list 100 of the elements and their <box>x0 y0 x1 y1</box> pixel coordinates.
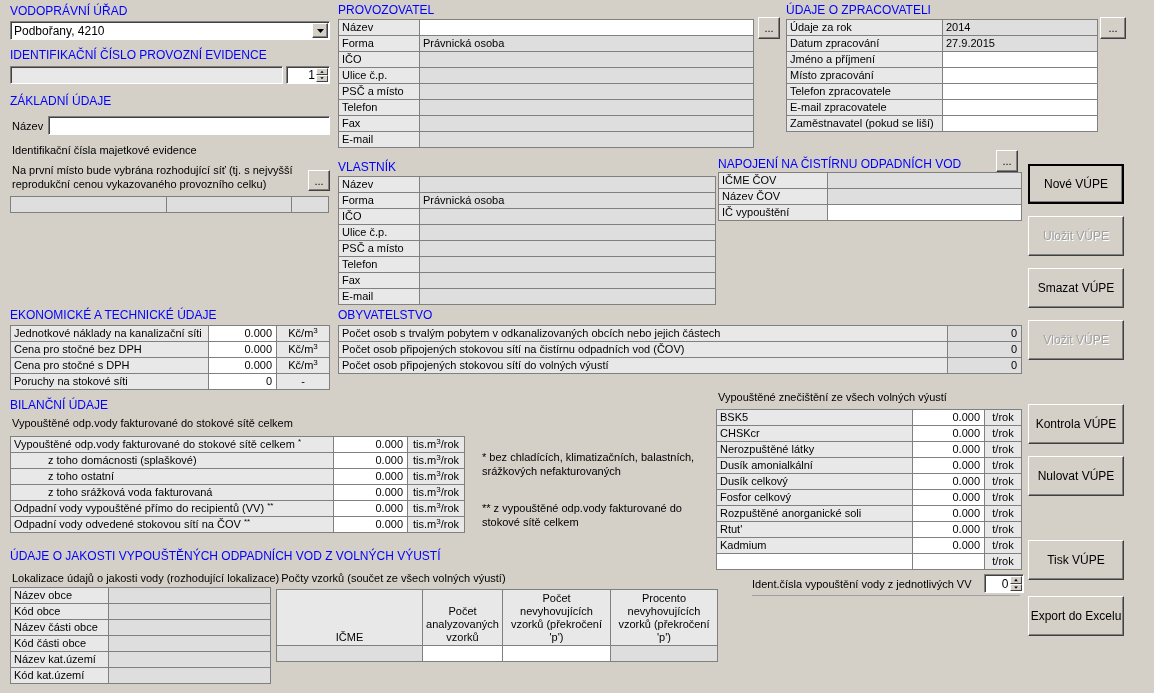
section-heading: VODOPRÁVNÍ ÚŘAD <box>10 4 129 18</box>
dropdown-field[interactable]: Podbořany, 4210 <box>10 21 330 40</box>
table-cell: Kadmium <box>717 538 913 554</box>
table-cell: Místo zpracování <box>787 68 943 84</box>
table-cell: Počet osob připojených stokovou sítí do volných výustí <box>339 358 948 374</box>
table-cell: Jednotkové náklady na kanalizační síti <box>11 326 209 342</box>
table-cell: IČO <box>339 52 420 68</box>
table-cell: tis.m$^{3}$/rok <box>408 485 465 501</box>
table-cell: Název <box>339 177 420 193</box>
table-cell: tis.m$^{3}$/rok <box>408 437 465 453</box>
table-caption: Lokalizace údajů o jakosti vody (rozhodující lokalizace) <box>12 571 280 585</box>
table-cell: Zaměstnavatel (pokud se liší) <box>787 116 943 132</box>
table-cell: z toho srážková voda fakturovaná <box>11 485 334 501</box>
column-header: Počet analyzovaných vzorků <box>423 590 503 646</box>
input-field[interactable]: 0.000 <box>334 485 408 501</box>
input-field[interactable]: 0.000 <box>334 437 408 453</box>
table-cell: PSČ a místo <box>339 84 420 100</box>
input-field[interactable]: 0.000 <box>913 506 985 522</box>
table-cell: Kč/m$^{3}$ <box>277 342 330 358</box>
table-cell: Odpadní vody odvedené stokovou sítí na ČOV $^{**}$ <box>11 517 334 533</box>
table-caption: Vypouštěné znečištění ze všech volných výustí <box>718 390 948 404</box>
table-cell: Datum zpracování <box>787 36 943 52</box>
table-cell: Počet osob připojených stokovou sítí na čistírnu odpadních vod (ČOV) <box>339 342 948 358</box>
table-cell: tis.m$^{3}$/rok <box>408 501 465 517</box>
table-cell: Ulice č.p. <box>339 68 420 84</box>
section-heading: ÚDAJE O ZPRACOVATELI <box>786 3 932 17</box>
browse-button[interactable]: ... <box>758 17 780 39</box>
table-cell: 2014 <box>943 20 1098 36</box>
field-label: Identifikační čísla majetkové evidence <box>12 143 198 157</box>
input-field[interactable]: 0.000 <box>913 490 985 506</box>
action-button[interactable]: Nulovat VÚPE <box>1028 456 1124 496</box>
action-button[interactable]: Smazat VÚPE <box>1028 268 1124 308</box>
footnote-text: * bez chladících, klimatizačních, balastních, srážkových nefakturovaných <box>482 450 696 478</box>
footnote-text: ** z vypouštěné odp.vody fakturované do stokové sítě celkem <box>482 501 683 529</box>
input-field[interactable]: 0.000 <box>334 517 408 533</box>
table-cell: Ulice č.p. <box>339 225 420 241</box>
action-button[interactable]: Export do Excelu <box>1028 596 1124 636</box>
table-cell: CHSKcr <box>717 426 913 442</box>
table-cell: E-mail <box>339 132 420 148</box>
browse-button[interactable]: ... <box>308 170 330 191</box>
table-cell: Dusík amonialkální <box>717 458 913 474</box>
section-heading: ÚDAJE O JAKOSTI VYPOUŠTĚNÝCH ODPADNÍCH VOD Z VOLNÝCH VÝUSTÍ <box>10 549 442 563</box>
field-label: Název <box>12 118 44 133</box>
table-cell: IČO <box>339 209 420 225</box>
table-cell: t/rok <box>985 458 1022 474</box>
table-cell: Forma <box>339 193 420 209</box>
input-field[interactable]: 0.000 <box>913 522 985 538</box>
table-cell: Počet osob s trvalým pobytem v odkanalizovaných obcích nebo jejich částech <box>339 326 948 342</box>
input-field[interactable]: 0.000 <box>209 326 277 342</box>
table-cell: t/rok <box>985 426 1022 442</box>
table-cell: t/rok <box>985 490 1022 506</box>
section-heading: EKONOMICKÉ A TECHNICKÉ ÚDAJE <box>10 308 218 322</box>
table-cell: Cena pro stočné s DPH <box>11 358 209 374</box>
note-text: Na první místo bude vybrána rozhodující síť (tj. s nejvyšší reprodukční cenou vykazovaného provozního celku) <box>12 163 294 191</box>
input-field[interactable]: 0.000 <box>209 342 277 358</box>
table-cell: Telefon zpracovatele <box>787 84 943 100</box>
table-cell: Poruchy na stokové síti <box>11 374 209 390</box>
table-cell: Nerozpuštěné látky <box>717 442 913 458</box>
section-heading: ZÁKLADNÍ ÚDAJE <box>10 94 113 108</box>
table-cell: Rtut' <box>717 522 913 538</box>
action-button[interactable]: Tisk VÚPE <box>1028 540 1124 580</box>
table-cell: Právnická osoba <box>420 36 754 52</box>
input-field[interactable]: 0.000 <box>913 426 985 442</box>
table-cell: t/rok <box>985 554 1022 570</box>
input-field[interactable]: 0.000 <box>913 410 985 426</box>
input-field[interactable]: 0.000 <box>913 474 985 490</box>
input-field[interactable]: 0 <box>209 374 277 390</box>
table-cell: 27.9.2015 <box>943 36 1098 52</box>
input-field[interactable]: 0.000 <box>334 501 408 517</box>
input-field[interactable]: 0.000 <box>209 358 277 374</box>
input-field[interactable]: 0.000 <box>913 458 985 474</box>
table-cell: 0 <box>948 326 1022 342</box>
column-header: Počet nevyhovujících vzorků (překročení 'p') <box>503 590 611 646</box>
browse-button[interactable]: ... <box>996 150 1018 172</box>
table-cell: Telefon <box>339 257 420 273</box>
table-cell: Kód části obce <box>11 636 109 652</box>
table-cell: E-mail zpracovatele <box>787 100 943 116</box>
table-cell: IČME ČOV <box>719 173 828 189</box>
column-header: IČME <box>277 590 423 646</box>
table-cell: t/rok <box>985 538 1022 554</box>
browse-button[interactable]: ... <box>1100 17 1126 39</box>
section-heading: OBYVATELSTVO <box>338 308 434 322</box>
table-cell: - <box>277 374 330 390</box>
table-cell: Název <box>339 20 420 36</box>
number-spinner[interactable]: 0 <box>983 574 1024 593</box>
number-spinner[interactable]: 1 <box>286 66 330 84</box>
table-cell: z toho ostatní <box>11 469 334 485</box>
action-button[interactable]: Kontrola VÚPE <box>1028 404 1124 444</box>
input-field[interactable]: 0.000 <box>913 442 985 458</box>
input-field[interactable]: 0.000 <box>334 453 408 469</box>
table-cell: t/rok <box>985 522 1022 538</box>
input-field[interactable]: 0.000 <box>334 469 408 485</box>
input-field[interactable]: 0.000 <box>913 538 985 554</box>
section-heading: IDENTIFIKAČNÍ ČÍSLO PROVOZNÍ EVIDENCE <box>10 48 268 62</box>
action-button[interactable]: Nové VÚPE <box>1028 164 1124 204</box>
column-header: Procento nevyhovujících vzorků (překročení 'p') <box>611 590 718 646</box>
table-cell: Kód obce <box>11 604 109 620</box>
table-cell: Kč/m$^{3}$ <box>277 358 330 374</box>
table-cell: Telefon <box>339 100 420 116</box>
table-cell: Rozpuštěné anorganické soli <box>717 506 913 522</box>
